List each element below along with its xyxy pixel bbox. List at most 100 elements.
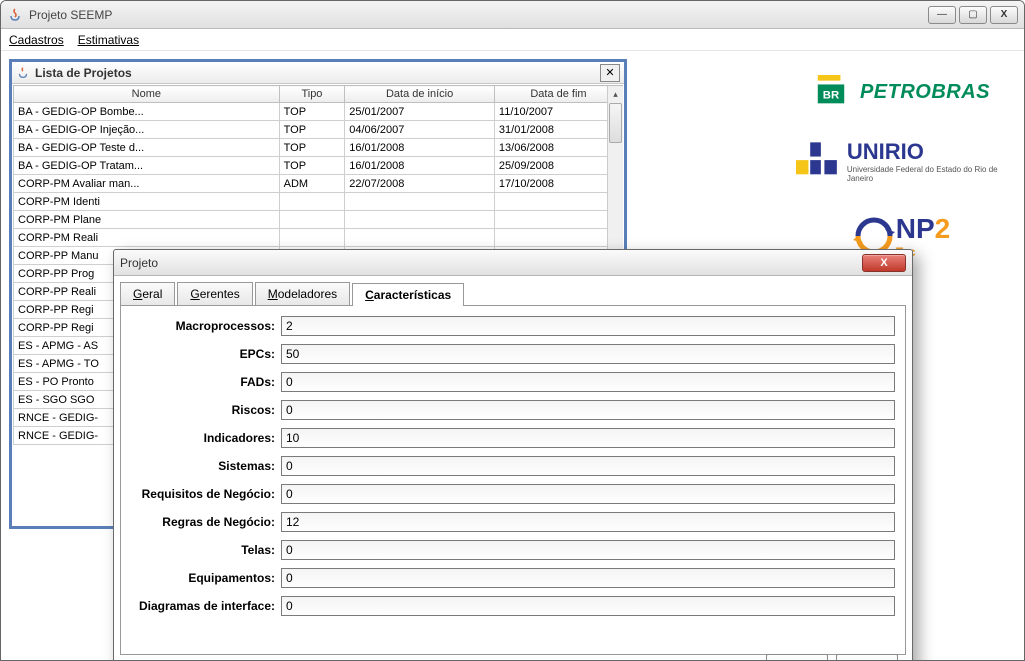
table-cell: ADM [279,175,345,193]
titlebar[interactable]: Projeto SEEMP — ▢ X [1,1,1024,29]
table-cell: TOP [279,157,345,175]
form-row: Telas: [131,540,895,560]
menu-estimativas[interactable]: Estimativas [78,33,139,47]
table-cell [345,193,495,211]
logo-petrobras: BR PETROBRAS [812,75,990,109]
table-cell: BA - GEDIG-OP Injeção... [14,121,280,139]
dialog-close-button[interactable]: X [862,254,906,272]
internal-frame-titlebar[interactable]: Lista de Projetos ✕ [12,62,624,84]
scroll-thumb[interactable] [609,103,622,143]
table-row[interactable]: CORP-PM Reali [14,229,623,247]
petrobras-icon: BR [812,75,850,109]
field-input-1[interactable] [281,344,895,364]
table-cell [279,193,345,211]
dialog-title: Projeto [120,256,158,270]
tab-modeladores[interactable]: Modeladores [255,282,350,305]
form-row: Indicadores: [131,428,895,448]
field-input-4[interactable] [281,428,895,448]
logo-unirio: UNIRIO Universidade Federal do Estado do… [796,139,1006,183]
table-row[interactable]: BA - GEDIG-OP Bombe...TOP25/01/200711/10… [14,103,623,121]
projeto-dialog: Projeto X GeralGerentesModeladoresCaract… [113,249,913,661]
form-row: Equipamentos: [131,568,895,588]
menu-cadastros[interactable]: Cadastros [9,33,64,47]
dialog-titlebar[interactable]: Projeto X [114,250,912,276]
field-input-0[interactable] [281,316,895,336]
field-input-2[interactable] [281,372,895,392]
table-cell [279,229,345,247]
maximize-button[interactable]: ▢ [959,6,987,24]
table-header-cell[interactable]: Nome [14,86,280,103]
tab-caracteristicas[interactable]: Características [352,283,464,306]
table-cell: TOP [279,139,345,157]
form-row: Macroprocessos: [131,316,895,336]
table-cell [494,193,622,211]
close-button[interactable]: X [990,6,1018,24]
logos-panel: BR PETROBRAS UNIRIO Universidade Federal… [796,75,1006,259]
form-row: Sistemas: [131,456,895,476]
menubar: Cadastros Estimativas [1,29,1024,51]
field-input-5[interactable] [281,456,895,476]
unirio-subtitle: Universidade Federal do Estado do Rio de… [847,165,1006,183]
table-cell [345,211,495,229]
field-label: Requisitos de Negócio: [131,487,281,501]
tab-gerentes[interactable]: Gerentes [177,282,252,305]
table-cell: BA - GEDIG-OP Tratam... [14,157,280,175]
field-input-9[interactable] [281,568,895,588]
field-input-8[interactable] [281,540,895,560]
internal-frame-title: Lista de Projetos [35,66,132,80]
java-icon [7,7,23,23]
field-input-7[interactable] [281,512,895,532]
table-cell [345,229,495,247]
table-row[interactable]: BA - GEDIG-OP Teste d...TOP16/01/200813/… [14,139,623,157]
ok-button[interactable]: OK [766,654,828,661]
field-label: Indicadores: [131,431,281,445]
table-cell: 31/01/2008 [494,121,622,139]
table-row[interactable]: BA - GEDIG-OP Injeção...TOP04/06/200731/… [14,121,623,139]
table-cell: CORP-PM Reali [14,229,280,247]
table-cell: 25/01/2007 [345,103,495,121]
table-cell: 04/06/2007 [345,121,495,139]
field-label: Equipamentos: [131,571,281,585]
tab-caracteristicas-body: Macroprocessos: EPCs: FADs: Riscos: Indicado… [120,305,906,655]
table-cell: TOP [279,121,345,139]
table-cell [494,229,622,247]
table-cell: 16/01/2008 [345,139,495,157]
table-cell: CORP-PM Identi [14,193,280,211]
field-input-10[interactable] [281,596,895,616]
cancel-button[interactable]: Cancela [836,654,898,661]
field-label: EPCs: [131,347,281,361]
table-cell: 22/07/2008 [345,175,495,193]
unirio-icon [796,140,837,182]
field-label: FADs: [131,375,281,389]
form-row: Regras de Negócio: [131,512,895,532]
table-cell: 17/10/2008 [494,175,622,193]
main-window: Projeto SEEMP — ▢ X Cadastros Estimativa… [0,0,1025,661]
field-label: Sistemas: [131,459,281,473]
field-label: Telas: [131,543,281,557]
table-header-cell[interactable]: Tipo [279,86,345,103]
field-label: Riscos: [131,403,281,417]
table-cell: CORP-PM Avaliar man... [14,175,280,193]
field-input-6[interactable] [281,484,895,504]
table-cell: BA - GEDIG-OP Teste d... [14,139,280,157]
field-input-3[interactable] [281,400,895,420]
table-header-cell[interactable]: Data de início [345,86,495,103]
scroll-up-icon[interactable]: ▴ [608,86,623,102]
table-row[interactable]: BA - GEDIG-OP Tratam...TOP16/01/200825/0… [14,157,623,175]
table-cell: 16/01/2008 [345,157,495,175]
minimize-button[interactable]: — [928,6,956,24]
internal-frame-close-button[interactable]: ✕ [600,64,620,82]
table-header-cell[interactable]: Data de fim [494,86,622,103]
form-row: Riscos: [131,400,895,420]
tab-geral[interactable]: Geral [120,282,175,305]
table-row[interactable]: CORP-PM Plane [14,211,623,229]
petrobras-text: PETROBRAS [860,81,990,104]
field-label: Regras de Negócio: [131,515,281,529]
table-cell: 11/10/2007 [494,103,622,121]
table-cell: 13/06/2008 [494,139,622,157]
form-row: Requisitos de Negócio: [131,484,895,504]
form-row: EPCs: [131,344,895,364]
form-row: FADs: [131,372,895,392]
table-row[interactable]: CORP-PM Avaliar man...ADM22/07/200817/10… [14,175,623,193]
table-row[interactable]: CORP-PM Identi [14,193,623,211]
